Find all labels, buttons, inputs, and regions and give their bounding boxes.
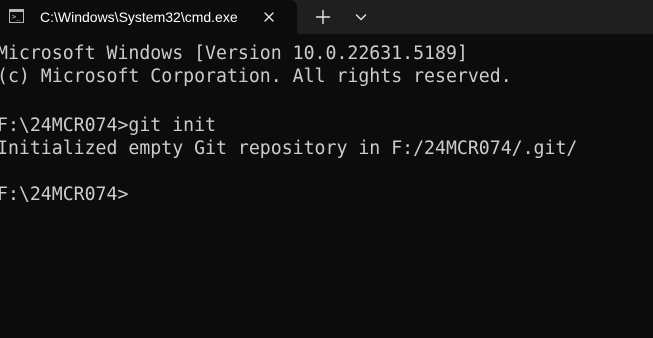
terminal-line: F:\24MCR074>git init xyxy=(0,115,216,136)
terminal-line: Initialized empty Git repository in F:/2… xyxy=(0,138,578,159)
terminal-window: >_ C:\Windows\System32\cmd.exe Microsoft… xyxy=(0,0,653,338)
plus-icon[interactable] xyxy=(310,4,336,30)
terminal-output[interactable]: Microsoft Windows [Version 10.0.22631.51… xyxy=(0,34,653,338)
command-prompt: F:\24MCR074> xyxy=(0,184,129,205)
chevron-down-icon[interactable] xyxy=(350,6,372,28)
terminal-line: Microsoft Windows [Version 10.0.22631.51… xyxy=(0,43,468,64)
close-icon[interactable] xyxy=(260,8,278,26)
tab-cmd[interactable]: >_ C:\Windows\System32\cmd.exe xyxy=(0,0,297,34)
tab-title: C:\Windows\System32\cmd.exe xyxy=(40,8,252,28)
terminal-line: (c) Microsoft Corporation. All rights re… xyxy=(0,66,512,87)
command-prompt-icon: >_ xyxy=(9,9,24,23)
prompt-glyph: >_ xyxy=(12,13,21,21)
tab-bar: >_ C:\Windows\System32\cmd.exe xyxy=(0,0,653,34)
